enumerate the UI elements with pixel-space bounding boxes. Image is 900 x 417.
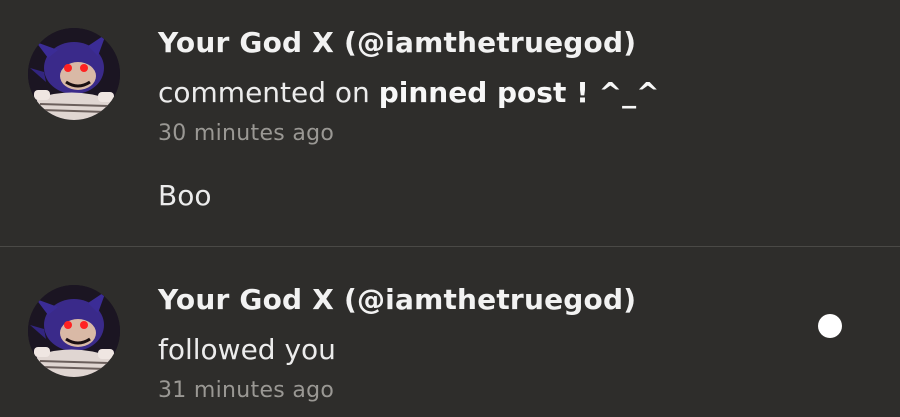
avatar[interactable] xyxy=(28,285,120,377)
notification-follow[interactable]: Your God X (@iamthetruegod) followed you… xyxy=(0,247,900,417)
sonic-exe-avatar-icon xyxy=(28,28,120,120)
unread-indicator-icon xyxy=(818,314,842,338)
sonic-exe-avatar-icon xyxy=(28,285,120,377)
timestamp: 31 minutes ago xyxy=(158,378,335,403)
notification-feed: Your God X (@iamthetruegod) commented on… xyxy=(0,0,900,417)
author-name[interactable]: Your God X (@iamthetruegod) xyxy=(158,26,636,59)
notification-comment[interactable]: Your God X (@iamthetruegod) commented on… xyxy=(0,0,900,246)
post-title-link[interactable]: pinned post ! ^_^ xyxy=(379,76,660,109)
author-name[interactable]: Your God X (@iamthetruegod) xyxy=(158,283,636,316)
timestamp: 30 minutes ago xyxy=(158,121,335,146)
notification-action: commented on pinned post ! ^_^ xyxy=(158,76,660,109)
action-prefix: commented on xyxy=(158,76,379,109)
avatar[interactable] xyxy=(28,28,120,120)
comment-text: Boo xyxy=(158,179,212,212)
notification-action: followed you xyxy=(158,333,336,366)
